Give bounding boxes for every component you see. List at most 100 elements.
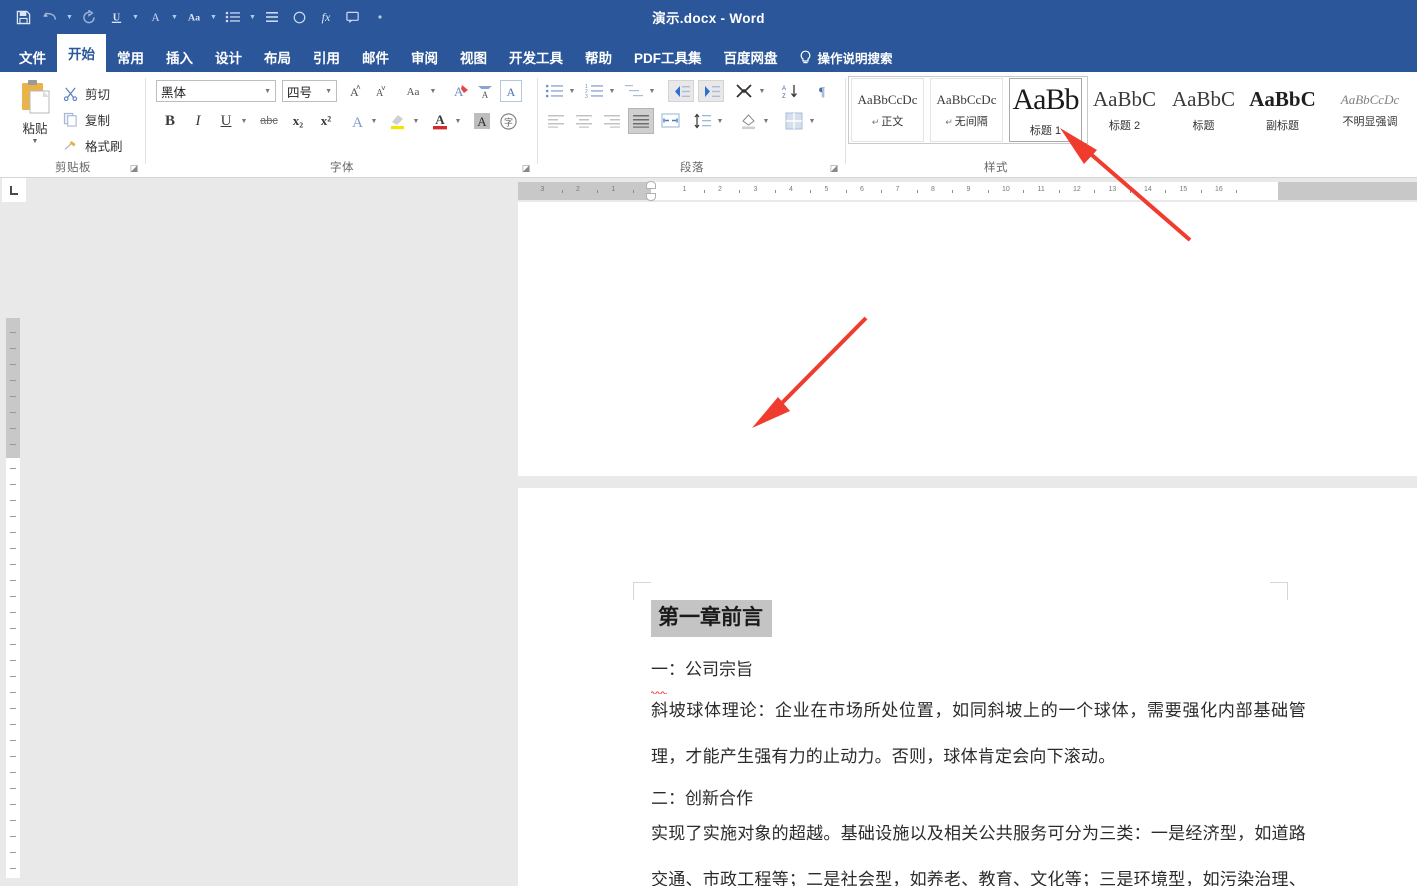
shading-fill-icon[interactable]	[736, 110, 760, 132]
tab-baidu-netdisk[interactable]: 百度网盘	[713, 42, 789, 72]
cn-layout-icon[interactable]	[732, 81, 756, 101]
italic-icon[interactable]: I	[186, 110, 210, 132]
enclose-char-icon[interactable]: 字	[496, 110, 520, 132]
font-name-caret-icon[interactable]: ▼	[264, 88, 271, 95]
strikethrough-icon[interactable]: abc	[256, 110, 282, 132]
shading-fill-caret-icon[interactable]: ▼	[760, 110, 772, 132]
numbering-caret-icon[interactable]: ▼	[606, 81, 618, 101]
bullet-list-icon[interactable]	[220, 4, 246, 30]
style-tile-subtle-emphasis[interactable]: AaBbCcDc 不明显强调	[1325, 78, 1415, 142]
copy-button[interactable]: 复制	[62, 108, 110, 130]
line-spacing-icon[interactable]	[690, 110, 714, 132]
distribute-icon[interactable]	[658, 110, 682, 132]
borders-icon[interactable]	[782, 110, 806, 132]
tab-pdf-tools[interactable]: PDF工具集	[623, 42, 713, 72]
cut-button[interactable]: 剪切	[62, 82, 110, 104]
shape-circle-icon[interactable]	[286, 4, 312, 30]
change-case-dropdown-caret-icon[interactable]: ▼	[208, 4, 219, 30]
multilevel-list-caret-icon[interactable]: ▼	[646, 81, 658, 101]
decrease-indent-icon[interactable]	[668, 80, 694, 102]
font-color-icon[interactable]: A	[428, 110, 452, 132]
tell-me-search[interactable]: 操作说明搜索	[789, 42, 903, 72]
show-marks-icon[interactable]: ¶	[810, 81, 834, 101]
first-line-indent-marker[interactable]	[646, 181, 656, 189]
clear-formatting-icon[interactable]: A	[474, 81, 496, 101]
subscript-icon[interactable]: x₂	[286, 110, 310, 132]
clipboard-dialog-launcher[interactable]: ◪	[128, 162, 140, 174]
document-subheading-2[interactable]: 二：创新合作	[651, 780, 1306, 809]
document-page-previous[interactable]	[518, 202, 1417, 476]
document-paragraph[interactable]: 实现了实施对象的超越。基础设施以及相关公共服务可分为三类：一是经济型，如道路交通…	[651, 811, 1306, 886]
tab-developer[interactable]: 开发工具	[498, 42, 574, 72]
shading-icon[interactable]: A	[470, 110, 494, 132]
align-left-icon[interactable]	[544, 110, 568, 132]
tab-view[interactable]: 视图	[449, 42, 498, 72]
change-case-icon[interactable]: Aa	[181, 4, 207, 30]
text-border-icon[interactable]: A	[346, 110, 368, 132]
ribbon-tab-strip[interactable]: 文件 开始 常用 插入 设计 布局 引用 邮件 审阅 视图 开发工具 帮助 PD…	[0, 34, 1417, 72]
paragraph-dialog-launcher[interactable]: ◪	[828, 162, 840, 174]
superscript-icon[interactable]: x²	[314, 110, 338, 132]
cn-layout-caret-icon[interactable]: ▼	[756, 81, 768, 101]
style-tile-body[interactable]: AaBbCcDc ↵ 正文	[851, 78, 924, 142]
multilevel-list-icon[interactable]	[622, 81, 646, 101]
document-subheading-1[interactable]: 一：公司宗旨	[650, 637, 1306, 695]
bullets-caret-icon[interactable]: ▼	[566, 81, 578, 101]
tab-design[interactable]: 设计	[204, 42, 253, 72]
tab-stop-selector[interactable]	[2, 178, 26, 202]
tab-insert[interactable]: 插入	[155, 42, 204, 72]
change-case-caret-icon[interactable]: ▼	[427, 81, 439, 101]
text-highlight-icon[interactable]	[386, 110, 410, 132]
grow-font-icon[interactable]: A ˄	[342, 81, 364, 101]
justify-icon[interactable]	[628, 108, 654, 134]
undo-icon[interactable]	[37, 4, 63, 30]
more-commands-icon[interactable]	[367, 4, 393, 30]
tab-mailings[interactable]: 邮件	[351, 42, 400, 72]
font-dialog-launcher[interactable]: ◪	[520, 162, 532, 174]
numbering-icon[interactable]: 123	[582, 81, 606, 101]
tab-file[interactable]: 文件	[8, 42, 57, 72]
document-page-current[interactable]: 第一章前言 一：公司宗旨 斜坡球体理论：企业在市场所处位置，如同斜坡上的一个球体…	[518, 488, 1417, 886]
save-icon[interactable]	[10, 4, 36, 30]
tab-common[interactable]: 常用	[106, 42, 155, 72]
change-case-icon[interactable]: Aa	[400, 81, 426, 101]
line-spacing-icon[interactable]	[259, 4, 285, 30]
text-highlight-caret-icon[interactable]: ▼	[410, 110, 422, 132]
document-body[interactable]: 第一章前言 一：公司宗旨 斜坡球体理论：企业在市场所处位置，如同斜坡上的一个球体…	[650, 600, 1306, 886]
underline-dropdown-caret-icon[interactable]: ▼	[130, 4, 141, 30]
document-heading-1[interactable]: 第一章前言	[651, 600, 1306, 638]
borders-caret-icon[interactable]: ▼	[806, 110, 818, 132]
document-paragraph[interactable]: 斜坡球体理论：企业在市场所处位置，如同斜坡上的一个球体，需要强化内部基础管理，才…	[651, 688, 1306, 780]
style-tile-heading-2[interactable]: AaBbC 标题 2	[1088, 78, 1161, 142]
paste-dropdown-caret-icon[interactable]: ▼	[32, 138, 39, 145]
font-color-icon[interactable]: A	[142, 4, 168, 30]
style-tile-heading-1[interactable]: AaBb 标题 1	[1009, 78, 1082, 142]
vertical-ruler[interactable]	[6, 318, 20, 878]
line-spacing-caret-icon[interactable]: ▼	[714, 110, 726, 132]
font-size-combobox[interactable]: 四号 ▼	[282, 80, 337, 102]
style-tile-no-spacing[interactable]: AaBbCcDc ↵ 无间隔	[930, 78, 1003, 142]
underline-caret-icon[interactable]: ▼	[238, 110, 250, 132]
tab-home[interactable]: 开始	[57, 34, 106, 72]
hanging-indent-marker[interactable]	[646, 193, 656, 201]
text-effects-icon[interactable]: A	[448, 81, 472, 101]
font-color-dropdown-caret-icon[interactable]: ▼	[169, 4, 180, 30]
bullets-icon[interactable]	[542, 81, 566, 101]
align-center-icon[interactable]	[572, 110, 596, 132]
increase-indent-icon[interactable]	[698, 80, 724, 102]
function-icon[interactable]: fx	[313, 4, 339, 30]
quick-access-toolbar[interactable]: ▼ U ▼ A ▼ Aa ▼ ▼ fx	[0, 4, 393, 30]
font-size-caret-icon[interactable]: ▼	[325, 88, 332, 95]
bold-icon[interactable]: B	[158, 110, 182, 132]
horizontal-ruler[interactable]: 3 2 1 1 2 3 4 5 6 7 8 9 10 11 12 13 14 15 16	[518, 181, 1417, 201]
format-painter-button[interactable]: 格式刷	[62, 134, 123, 156]
shrink-font-icon[interactable]: A ˅	[368, 81, 390, 101]
tab-references[interactable]: 引用	[302, 42, 351, 72]
align-right-icon[interactable]	[600, 110, 624, 132]
font-name-combobox[interactable]: 黑体 ▼	[156, 80, 276, 102]
text-border-caret-icon[interactable]: ▼	[368, 110, 380, 132]
sort-icon[interactable]: AZ	[778, 81, 802, 101]
phonetic-guide-icon[interactable]: A	[500, 80, 522, 102]
tab-review[interactable]: 审阅	[400, 42, 449, 72]
undo-dropdown-caret-icon[interactable]: ▼	[64, 4, 75, 30]
